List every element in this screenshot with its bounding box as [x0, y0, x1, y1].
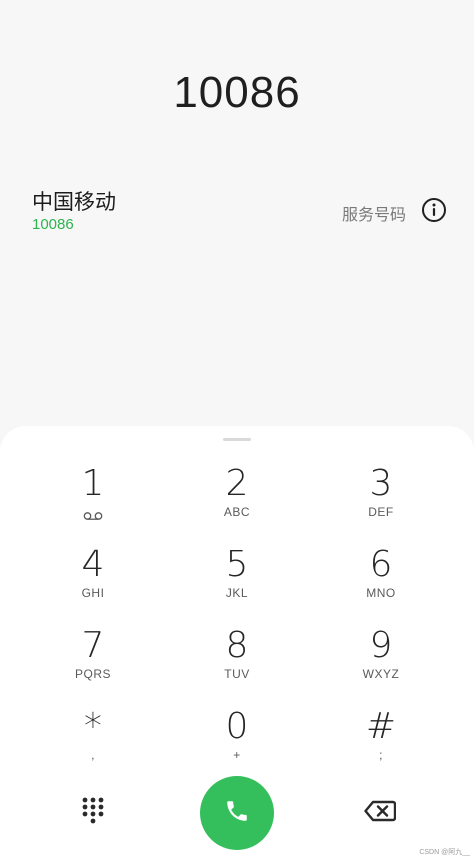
key-9[interactable]: 9 WXYZ	[316, 626, 446, 698]
call-button[interactable]	[200, 776, 274, 850]
key-7[interactable]: 7 PQRS	[28, 626, 158, 698]
key-letters: ABC	[223, 505, 251, 519]
keypad-sheet: 1 2 ABC 3 DEF 4 GHI 5 JKL 6 MNO 7 PQRS 8…	[0, 426, 474, 860]
key-digit: #	[365, 706, 397, 747]
key-digit: *	[84, 706, 102, 747]
key-letters: ;	[379, 748, 383, 762]
key-digit: 4	[81, 544, 105, 585]
phone-icon	[224, 798, 250, 829]
key-0[interactable]: 0 +	[172, 707, 302, 779]
key-2[interactable]: 2 ABC	[172, 464, 302, 536]
key-6[interactable]: 6 MNO	[316, 545, 446, 617]
key-letters: MNO	[366, 586, 396, 600]
key-digit: 5	[225, 544, 249, 585]
key-digit: 9	[369, 625, 393, 666]
backspace-icon[interactable]	[364, 800, 397, 822]
key-3[interactable]: 3 DEF	[316, 464, 446, 536]
key-digit: 0	[225, 706, 249, 747]
key-letters: DEF	[368, 505, 394, 519]
key-digit: 6	[369, 544, 393, 585]
dialed-number-display[interactable]: 10086	[0, 68, 474, 118]
contact-suggestion[interactable]: 中国移动 10086 服务号码	[0, 180, 474, 240]
key-letters: ,	[91, 748, 95, 762]
key-letters: GHI	[81, 586, 105, 600]
dialpad-grid-icon[interactable]	[80, 796, 106, 824]
key-digit: 1	[81, 463, 105, 504]
key-letters: PQRS	[74, 667, 111, 681]
call-info-area: 10086 中国移动 10086 服务号码	[0, 0, 474, 440]
key-digit: 2	[225, 463, 249, 504]
key-star[interactable]: * ,	[28, 707, 158, 779]
key-letters: WXYZ	[362, 667, 400, 681]
key-letters: +	[233, 748, 241, 762]
key-digit: 8	[225, 625, 249, 666]
key-4[interactable]: 4 GHI	[28, 545, 158, 617]
key-letters: TUV	[224, 667, 250, 681]
voicemail-icon	[83, 508, 103, 526]
key-hash[interactable]: # ;	[316, 707, 446, 779]
contact-number: 10086	[32, 216, 74, 233]
key-digit: 7	[81, 625, 105, 666]
key-digit: 3	[369, 463, 393, 504]
drag-handle[interactable]	[223, 438, 251, 441]
key-1[interactable]: 1	[28, 464, 158, 536]
watermark: CSDN @阿九__	[419, 849, 470, 856]
key-5[interactable]: 5 JKL	[172, 545, 302, 617]
key-letters: JKL	[225, 586, 249, 600]
action-bar	[0, 774, 474, 854]
contact-name: 中国移动	[32, 190, 116, 214]
key-8[interactable]: 8 TUV	[172, 626, 302, 698]
info-circle-icon[interactable]	[421, 197, 447, 223]
contact-tag: 服务号码	[341, 205, 406, 224]
